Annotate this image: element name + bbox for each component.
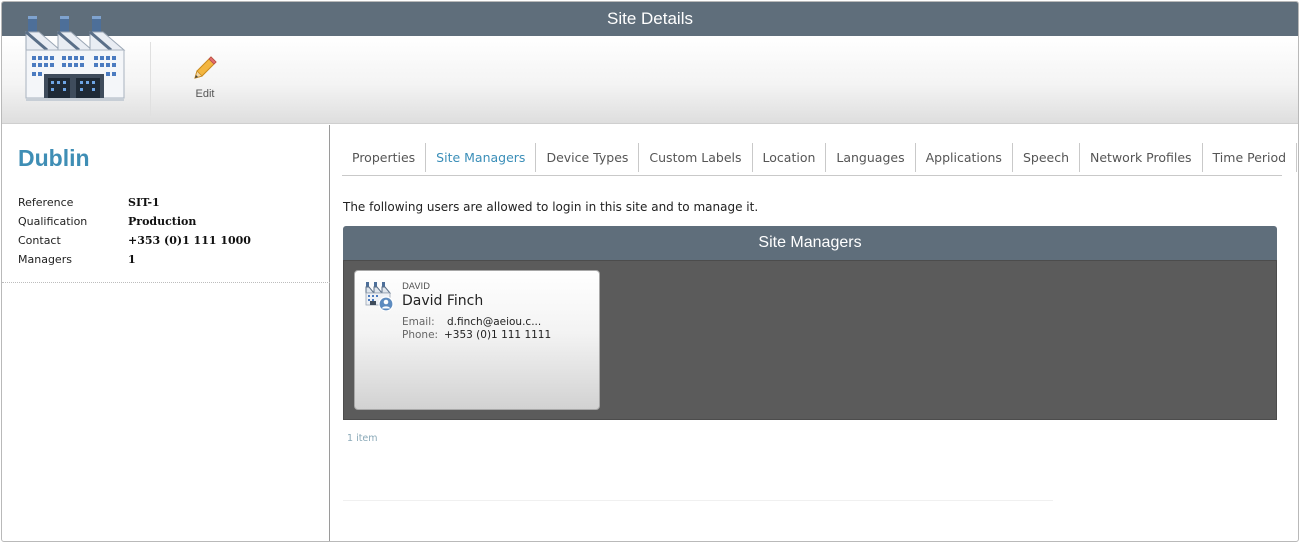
- site-managers-header: Site Managers: [343, 226, 1277, 260]
- manager-username: DAVID: [402, 282, 431, 292]
- manager-email-row: Email: d.finch@aeiou.c...: [402, 316, 551, 329]
- tab-speech[interactable]: Speech: [1013, 143, 1080, 172]
- field-value: 1: [128, 253, 136, 266]
- field-value: SIT-1: [128, 196, 160, 209]
- item-count: 1 item: [347, 433, 378, 444]
- pencil-icon: [180, 54, 230, 82]
- field-value: +353 (0)1 111 1000: [128, 234, 251, 247]
- site-manager-user-icon: [365, 281, 395, 312]
- site-info-list: Reference SIT-1 Qualification Production…: [18, 195, 251, 271]
- site-field-managers: Managers 1: [18, 252, 251, 271]
- tab-languages[interactable]: Languages: [826, 143, 916, 172]
- site-field-qualification: Qualification Production: [18, 214, 251, 233]
- tab-device-types[interactable]: Device Types: [536, 143, 640, 172]
- manager-phone-row: Phone: +353 (0)1 111 1111: [402, 329, 551, 342]
- site-field-contact: Contact +353 (0)1 111 1000: [18, 233, 251, 252]
- tab-site-managers[interactable]: Site Managers: [426, 143, 537, 172]
- site-name: Dublin: [18, 145, 90, 171]
- edit-button[interactable]: Edit: [180, 54, 230, 108]
- toolbar-separator: [150, 42, 151, 116]
- toolbar: Edit: [2, 16, 1298, 124]
- divider: [2, 282, 330, 283]
- divider: [343, 500, 1053, 501]
- tab-time-period[interactable]: Time Period: [1203, 143, 1298, 172]
- email-label: Email:: [402, 316, 435, 328]
- site-summary-panel: Dublin Reference SIT-1 Qualification Pro…: [2, 125, 330, 541]
- manager-card[interactable]: DAVID David Finch Email: d.finch@aeiou.c…: [354, 270, 600, 410]
- manager-phone: +353 (0)1 111 1111: [444, 329, 552, 341]
- tab-bar: Properties Site Managers Device Types Cu…: [342, 143, 1298, 176]
- tab-custom-labels[interactable]: Custom Labels: [639, 143, 753, 172]
- field-key: Reference: [18, 196, 74, 209]
- manager-full-name: David Finch: [402, 293, 484, 309]
- site-details-window: Site Details Edit Dublin Reference SIT-1…: [1, 1, 1299, 542]
- edit-label: Edit: [195, 88, 215, 100]
- manager-details: Email: d.finch@aeiou.c... Phone: +353 (0…: [402, 316, 551, 342]
- field-key: Qualification: [18, 215, 88, 228]
- tab-location[interactable]: Location: [753, 143, 827, 172]
- tab-network-profiles[interactable]: Network Profiles: [1080, 143, 1203, 172]
- manager-email: d.finch@aeiou.c...: [447, 316, 542, 328]
- tab-description: The following users are allowed to login…: [343, 200, 759, 214]
- field-key: Contact: [18, 234, 61, 247]
- field-value: Production: [128, 215, 197, 228]
- window-title: Site Details: [2, 2, 1298, 36]
- field-key: Managers: [18, 253, 72, 266]
- phone-label: Phone:: [402, 329, 439, 341]
- site-field-reference: Reference SIT-1: [18, 195, 251, 214]
- factory-building-icon: [24, 16, 128, 102]
- tab-properties[interactable]: Properties: [342, 143, 427, 172]
- tab-applications[interactable]: Applications: [916, 143, 1013, 172]
